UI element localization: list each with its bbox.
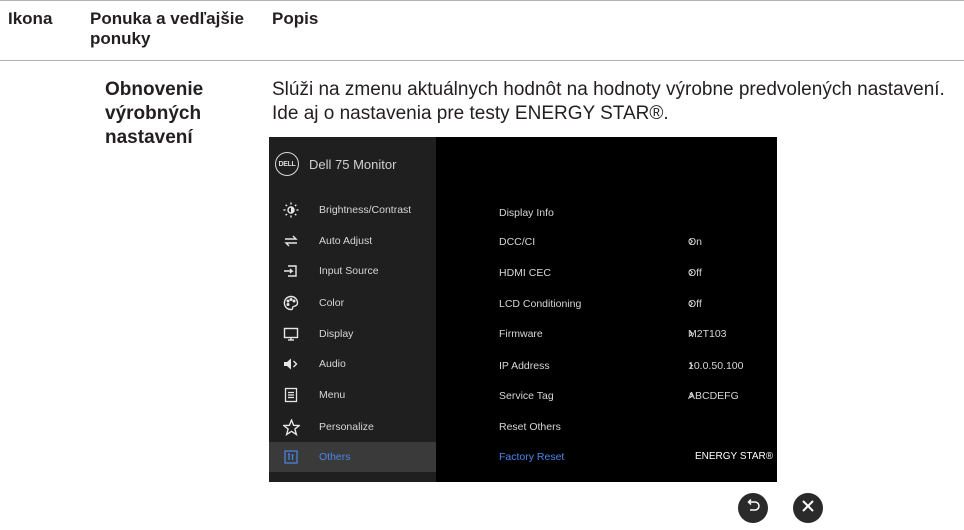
option-reset-others[interactable]: Reset Others [269,418,777,438]
back-button[interactable] [738,493,768,523]
option-label: Firmware [499,328,543,340]
option-value: M2T103 [688,328,727,340]
option-label: DCC/CI [499,236,536,248]
option-ip-address[interactable]: IP Address › 10.0.50.100 [269,357,777,377]
header-icon-column: Ikona [8,9,53,28]
option-label: Service Tag [499,390,554,402]
option-service-tag[interactable]: Service Tag › ABCDEFG [269,387,777,407]
header-description-column: Popis [272,9,319,28]
option-value: Off [688,267,702,279]
option-label: IP Address [499,360,550,372]
close-button[interactable] [793,493,823,523]
option-label: Display Info [499,207,554,219]
option-label: Factory Reset [499,451,565,463]
section-title: Obnovenie výrobných nastavení [105,79,204,148]
back-icon [745,498,761,519]
option-lcd-conditioning[interactable]: LCD Conditioning › Off [269,295,777,315]
energy-star-label: ENERGY STAR® [695,451,774,462]
top-rule [0,0,964,1]
option-hdmi-cec[interactable]: HDMI CEC › Off [269,264,777,284]
close-icon [801,499,815,518]
option-label: HDMI CEC [499,267,551,279]
osd-brand: DELL Dell 75 Monitor [275,150,396,178]
header-menu-column: Ponuka a vedľajšie ponuky [90,9,244,48]
option-value: On [688,236,703,248]
section-description: Slúži na zmenu aktuálnych hodnôt na hodn… [272,79,945,124]
option-value: ABCDEFG [688,390,739,402]
option-dcc-ci[interactable]: DCC/CI › On [269,233,777,253]
monitor-model: Dell 75 Monitor [309,156,397,172]
option-display-info[interactable]: Display Info [269,204,777,224]
option-value: Off [688,298,702,310]
osd-screenshot: DELL Dell 75 Monitor Brightness/Contrast… [269,137,777,482]
option-firmware[interactable]: Firmware › M2T103 [269,325,777,345]
option-factory-reset[interactable]: Factory Reset ENERGY STAR® [269,448,777,468]
dell-logo: DELL [275,152,299,176]
option-value: 10.0.50.100 [688,360,744,372]
option-label: LCD Conditioning [499,298,582,310]
header-rule [0,60,964,61]
option-label: Reset Others [499,421,561,433]
